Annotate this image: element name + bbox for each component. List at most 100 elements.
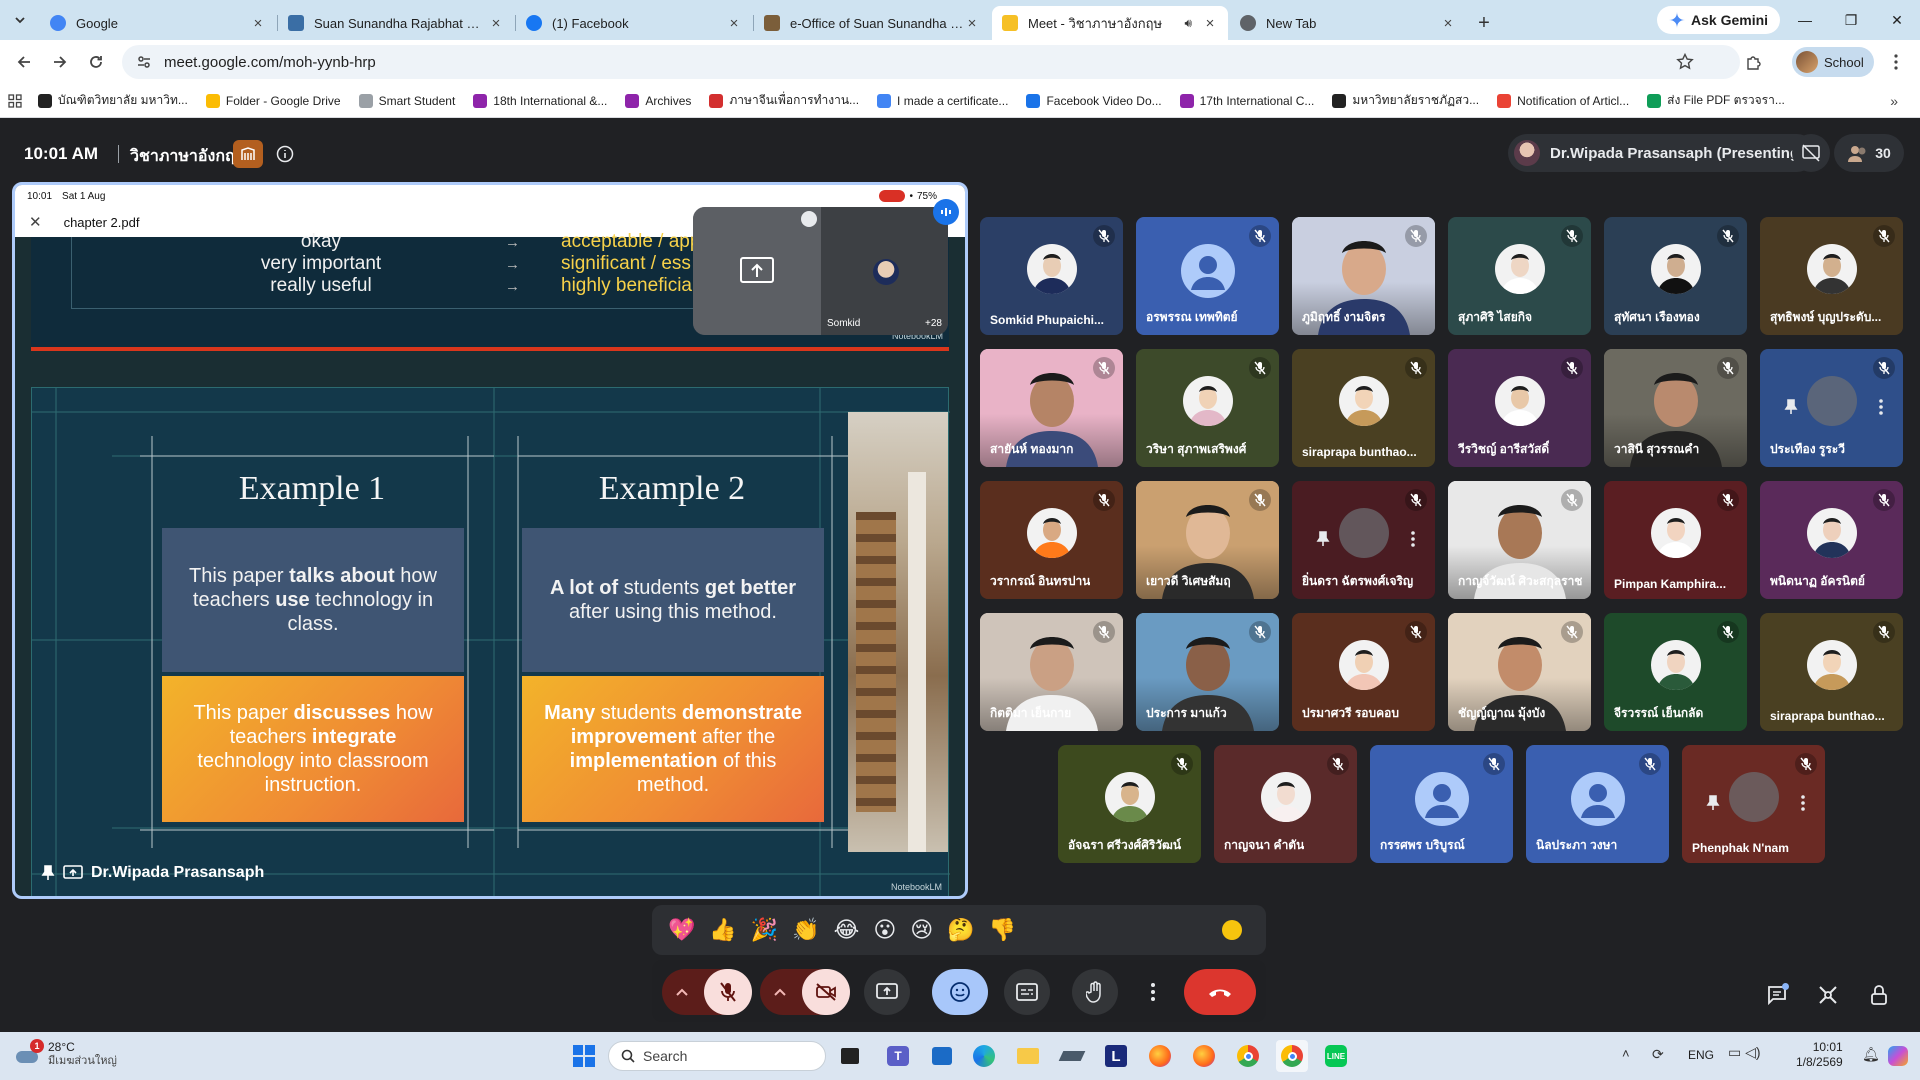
more-vert-icon[interactable] [1801,795,1805,811]
new-tab-button[interactable]: + [1468,6,1500,40]
tab-close-icon[interactable]: × [1202,15,1218,32]
apps-icon[interactable] [8,93,22,108]
ipad-meet-pip[interactable]: Somkid +28 [693,207,948,335]
bookmark-item[interactable]: Smart Student [358,93,455,108]
profile-button[interactable]: School [1792,47,1874,77]
participant-tile[interactable]: siraprapa bunthao... [1760,613,1903,731]
chrome-icon[interactable] [1232,1040,1264,1072]
chrome-menu-button[interactable] [1878,44,1914,80]
chat-button[interactable] [1757,975,1797,1015]
bookmark-item[interactable]: มหาวิทยาลัยราชภัฏสว... [1332,91,1479,110]
bookmark-item[interactable]: 18th International &... [473,93,607,108]
participant-tile[interactable]: สุทัศนา เรืองทอง [1604,217,1747,335]
l-app-icon[interactable]: L [1100,1040,1132,1072]
participant-tile[interactable]: วริษา สุภาพเสริพงศ์ [1136,349,1279,467]
participant-tile[interactable]: ประการ มาแก้ว [1136,613,1279,731]
bookmark-item[interactable]: ภาษาจีนเพื่อการทำงาน... [709,91,859,110]
bookmark-item[interactable]: Notification of Articl... [1497,93,1629,108]
close-window-button[interactable]: ✕ [1874,0,1920,40]
participant-tile[interactable]: ยิ่นดรา ฉัตรพงศ์เจริญ [1292,481,1435,599]
participant-tile[interactable]: จีรวรรณ์ เย็นกลัด [1604,613,1747,731]
pin-icon[interactable] [1784,399,1798,415]
file-explorer-icon[interactable] [1012,1040,1044,1072]
classroom-badge[interactable] [233,140,263,168]
reactions-button[interactable] [932,969,988,1015]
activities-button[interactable] [1808,975,1848,1015]
more-vert-icon[interactable] [1411,531,1415,547]
audio-options-button[interactable] [662,969,702,1015]
participant-tile[interactable]: siraprapa bunthao... [1292,349,1435,467]
taskbar-clock[interactable]: 10:01 1/8/2569 [1796,1040,1843,1070]
raise-hand-button[interactable] [1072,969,1118,1015]
tab-audio-icon[interactable]: 🔊︎ [1184,16,1192,31]
participant-tile[interactable]: เยาวดี วิเศษสัมฤ [1136,481,1279,599]
pin-icon[interactable] [1316,531,1330,547]
browser-tab[interactable]: (1) Facebook × [516,6,754,40]
restore-button[interactable]: ❐ [1828,0,1874,40]
forward-button[interactable] [42,44,78,80]
reaction-emoji-button[interactable]: 👏 [792,917,819,943]
presentation-tile[interactable]: 10:01 Sat 1 Aug • 75% ✕ chapter 2.pdf ok… [12,182,968,899]
task-view-icon[interactable] [834,1040,866,1072]
participant-tile[interactable]: Somkid Phupaichi... [980,217,1123,335]
browser-tab[interactable]: New Tab × [1230,6,1466,40]
stop-presenting-view-button[interactable] [1792,134,1830,172]
bookmark-item[interactable]: ส่ง File PDF ตรวจรา... [1647,91,1785,110]
leave-call-button[interactable] [1184,969,1256,1015]
more-vert-icon[interactable] [1879,399,1883,415]
notification-bell-icon[interactable]: 🔔︎ [1862,1046,1880,1063]
skin-tone-button[interactable] [1222,920,1242,940]
edge-icon[interactable] [968,1040,1000,1072]
reaction-emoji-button[interactable]: 🎉 [751,917,778,943]
reaction-emoji-button[interactable]: 😮 [873,917,896,943]
pin-icon[interactable] [41,865,55,881]
participant-tile[interactable]: วาสินี สุวรรณคำ [1604,349,1747,467]
participant-tile[interactable]: ปรมาศวรี รอบคอบ [1292,613,1435,731]
participant-tile[interactable]: วรากรณ์ อินทรปาน [980,481,1123,599]
ask-gemini-button[interactable]: Ask Gemini [1657,6,1781,34]
camera-toggle-button[interactable] [802,969,850,1015]
bookmark-item[interactable]: I made a certificate... [877,93,1008,108]
close-icon[interactable]: ✕ [29,213,42,231]
bookmark-item[interactable]: Facebook Video Do... [1026,93,1162,108]
reaction-emoji-button[interactable]: 🤔 [947,917,974,943]
participants-button[interactable]: 30 [1834,134,1904,172]
taskbar-search[interactable]: Search [608,1041,826,1071]
teams-icon[interactable]: T [882,1040,914,1072]
copilot-icon[interactable] [1882,1040,1914,1072]
reaction-emoji-button[interactable]: 👎 [989,917,1016,943]
bookmark-item[interactable]: Folder - Google Drive [205,93,341,108]
participant-tile[interactable]: กาญจ์วัฒน์ ศิวะสกุลราช [1448,481,1591,599]
participant-tile[interactable]: กาญจนา คำตัน [1214,745,1357,863]
bookmarks-overflow-icon[interactable]: » [1890,93,1898,109]
participant-tile[interactable]: สายันห์ ทองมาก [980,349,1123,467]
participant-tile[interactable]: สุภาศิริ ไสยกิจ [1448,217,1591,335]
back-button[interactable] [6,44,42,80]
browser-tab[interactable]: Suan Sunandha Rajabhat University× [278,6,516,40]
participant-tile[interactable]: กิตติมา เย็นกาย [980,613,1123,731]
more-options-button[interactable] [1140,969,1166,1015]
pip-expand-icon[interactable] [801,211,817,227]
extensions-button[interactable] [1736,44,1772,80]
minimize-button[interactable]: — [1782,0,1828,40]
meeting-info-button[interactable] [276,145,294,163]
pin-icon[interactable] [1706,795,1720,811]
participant-tile[interactable]: วีรวิชญ์ อารีสวัสดิ์ [1448,349,1591,467]
input-language[interactable]: ENG [1688,1048,1714,1062]
browser-tab[interactable]: Meet - วิชาภาษาอังกฤษ 🔊︎ × [992,6,1228,40]
participant-tile[interactable]: อัจฉรา ศรีวงศ์ศิริวัฒน์ [1058,745,1201,863]
tray-overflow-icon[interactable]: ˄ [1622,1046,1630,1061]
present-button[interactable] [864,969,910,1015]
bookmark-item[interactable]: บัณฑิตวิทยาลัย มหาวิท... [38,91,188,110]
presenter-chip[interactable]: Dr.Wipada Prasansaph (Presenting) [1508,134,1817,172]
app-icon[interactable] [1056,1040,1088,1072]
participant-tile[interactable]: ชัญญ์ญาณ มุ้งบัง [1448,613,1591,731]
reaction-emoji-button[interactable]: 😂 [834,917,860,943]
tab-close-icon[interactable]: × [964,15,980,32]
participant-tile[interactable]: ภูมิฤทธิ์ งามจิตร [1292,217,1435,335]
reaction-emoji-button[interactable]: 💖 [668,917,695,943]
line-icon[interactable]: LINE [1320,1040,1352,1072]
participant-tile[interactable]: นิลประภา วงษา [1526,745,1669,863]
store-icon[interactable] [926,1040,958,1072]
browser-tab[interactable]: e-Office of Suan Sunandha Rajabhat× [754,6,990,40]
